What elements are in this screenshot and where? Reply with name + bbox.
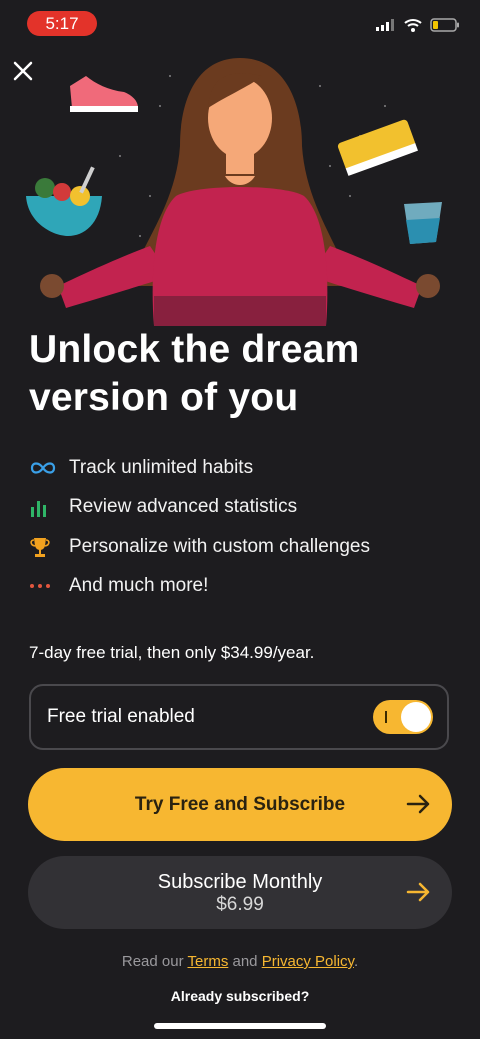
subscribe-monthly-button[interactable]: Subscribe Monthly $6.99 <box>28 856 452 929</box>
terms-link[interactable]: Terms <box>187 953 228 970</box>
status-bar: 5:17 <box>0 0 480 46</box>
feature-label: Review advanced statistics <box>69 496 298 518</box>
toggle-on-mark <box>385 711 387 723</box>
battery-icon <box>430 18 459 32</box>
list-item: Personalize with custom challenges <box>29 527 459 567</box>
free-trial-label: Free trial enabled <box>47 706 195 727</box>
arrow-right-icon <box>406 794 430 814</box>
bar-chart-icon <box>31 501 46 518</box>
legal-and: and <box>228 953 262 970</box>
wifi-icon <box>404 19 422 32</box>
legal-prefix: Read our <box>121 953 188 970</box>
list-item: Track unlimited habits <box>29 448 459 488</box>
list-item: And much more! <box>29 567 459 607</box>
legal-text: Read our Terms and Privacy Policy. <box>0 953 480 970</box>
more-dots-icon <box>30 584 50 589</box>
monthly-price: $6.99 <box>216 893 264 915</box>
legal-suffix: . <box>353 953 359 970</box>
feature-label: Personalize with custom challenges <box>69 535 370 557</box>
infinity-icon <box>30 462 56 474</box>
feature-label: Track unlimited habits <box>69 456 254 478</box>
list-item: Review advanced statistics <box>29 488 459 528</box>
arrow-right-icon <box>406 882 430 902</box>
time-label: 5:17 <box>45 13 79 33</box>
status-icons <box>376 18 460 32</box>
toggle-knob <box>401 702 431 732</box>
page-title: Unlock the dream version of you <box>29 328 360 419</box>
home-indicator[interactable] <box>154 1023 326 1029</box>
hero-illustration <box>26 58 442 326</box>
privacy-policy-link[interactable]: Privacy Policy <box>262 953 354 970</box>
feature-label: And much more! <box>69 575 209 597</box>
free-trial-toggle[interactable] <box>373 700 433 734</box>
try-free-subscribe-button[interactable]: Try Free and Subscribe <box>28 768 452 841</box>
close-icon[interactable] <box>10 58 36 84</box>
feature-list: Track unlimited habits Review advanced s… <box>29 448 459 606</box>
status-time: 5:17 <box>27 11 97 36</box>
signal-icon <box>376 19 394 31</box>
already-subscribed-link[interactable]: Already subscribed? <box>0 988 480 1004</box>
free-trial-row[interactable]: Free trial enabled <box>29 684 449 750</box>
subscribe-monthly-label: Subscribe Monthly <box>157 870 323 893</box>
try-free-subscribe-label: Try Free and Subscribe <box>134 793 346 815</box>
pricing-text: 7-day free trial, then only $34.99/year. <box>29 643 315 662</box>
trophy-icon <box>30 537 50 557</box>
